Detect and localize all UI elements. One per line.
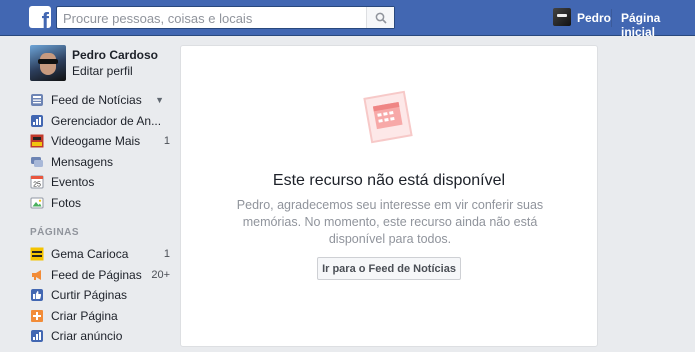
- sidebar-nav: Feed de Notícias ▼ Gerenciador de An... …: [30, 90, 170, 213]
- profile-name-link[interactable]: Pedro Cardoso: [72, 48, 158, 62]
- sidebar-item-events[interactable]: 25 Eventos: [30, 172, 170, 193]
- sidebar-item-label: Gema Carioca: [51, 247, 129, 262]
- events-icon: 25: [30, 175, 44, 189]
- edit-profile-link[interactable]: Editar perfil: [72, 64, 133, 78]
- sidebar-profile: Pedro Cardoso Editar perfil: [30, 45, 170, 81]
- page-thumbnail-icon: [30, 134, 44, 148]
- photos-icon: [30, 196, 44, 210]
- divider: [611, 9, 612, 27]
- user-avatar-small[interactable]: [553, 8, 571, 26]
- sidebar-item-videogame-mais[interactable]: Videogame Mais 1: [30, 131, 170, 152]
- sidebar-item-ads-manager[interactable]: Gerenciador de An...: [30, 111, 170, 132]
- search-input[interactable]: [63, 9, 363, 27]
- news-feed-icon: [30, 93, 44, 107]
- megaphone-icon: [30, 268, 44, 282]
- sidebar-item-label: Gerenciador de An...: [51, 113, 162, 128]
- sidebar-item-label: Mensagens: [51, 154, 114, 169]
- like-pages-icon: [30, 288, 44, 302]
- sidebar-item-gema-carioca[interactable]: Gema Carioca 1: [30, 244, 170, 265]
- unavailable-feature-card: Este recurso não está disponível Pedro, …: [180, 45, 598, 347]
- notification-count: 20+: [151, 268, 170, 281]
- create-ad-icon: [30, 329, 44, 343]
- sidebar-item-label: Feed de Páginas: [51, 267, 142, 282]
- sidebar-item-label: Feed de Notícias: [51, 93, 142, 108]
- sidebar-item-label: Videogame Mais: [51, 134, 141, 149]
- sidebar-item-label: Fotos: [51, 195, 82, 210]
- unavailable-message: Pedro, agradecemos seu interesse em vir …: [236, 198, 544, 246]
- avatar[interactable]: [30, 45, 66, 81]
- section-title-pages: PÁGINAS: [30, 227, 80, 238]
- create-page-icon: [30, 309, 44, 323]
- sidebar-item-messages[interactable]: Mensagens: [30, 152, 170, 173]
- home-link[interactable]: Página inicial: [621, 11, 695, 39]
- ads-manager-icon: [30, 114, 44, 128]
- sidebar-item-create-page[interactable]: Criar Página: [30, 306, 170, 327]
- top-profile-link[interactable]: Pedro: [577, 11, 611, 25]
- sidebar-item-news-feed[interactable]: Feed de Notícias ▼: [30, 90, 170, 111]
- sidebar-item-pages-feed[interactable]: Feed de Páginas 20+: [30, 265, 170, 286]
- chevron-down-icon[interactable]: ▼: [155, 95, 164, 105]
- top-bar: f Pedro Página inicial: [0, 0, 695, 39]
- facebook-logo[interactable]: f: [29, 6, 51, 28]
- messages-icon: [30, 155, 44, 169]
- search-box: [56, 6, 395, 29]
- calendar-illustration-icon: [363, 90, 413, 144]
- sidebar-item-like-pages[interactable]: Curtir Páginas: [30, 285, 170, 306]
- search-button[interactable]: [366, 7, 394, 28]
- sidebar-item-label: Eventos: [51, 175, 95, 190]
- sidebar-pages: Gema Carioca 1 Feed de Páginas 20+ Curti…: [30, 244, 170, 347]
- sidebar-item-label: Criar anúncio: [51, 329, 123, 344]
- page-title: Este recurso não está disponível: [272, 172, 506, 189]
- search-icon: [375, 12, 387, 24]
- sidebar-item-label: Criar Página: [51, 308, 118, 323]
- page-thumbnail-icon: [30, 247, 44, 261]
- go-to-news-feed-button[interactable]: Ir para o Feed de Notícias: [317, 257, 461, 280]
- svg-text:25: 25: [33, 182, 41, 189]
- notification-count: 1: [163, 135, 170, 148]
- notification-count: 1: [163, 248, 170, 261]
- sidebar-item-create-ad[interactable]: Criar anúncio: [30, 326, 170, 347]
- sidebar-item-photos[interactable]: Fotos: [30, 193, 170, 214]
- sidebar-item-label: Curtir Páginas: [51, 288, 128, 303]
